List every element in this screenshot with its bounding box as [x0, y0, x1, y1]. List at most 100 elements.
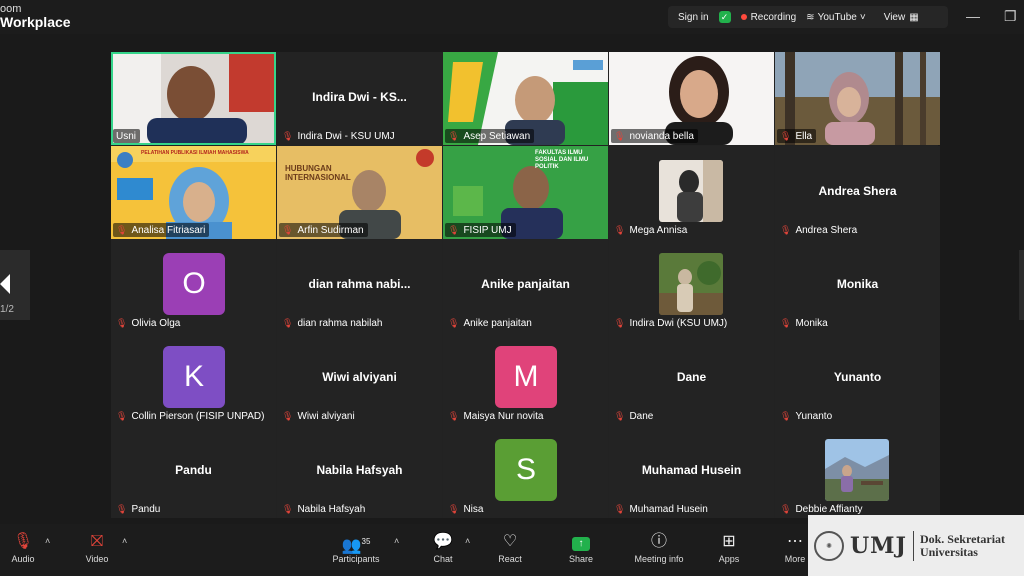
- tile-label: Wiwi alviyani: [297, 410, 355, 422]
- participant-display-name: Yunanto: [833, 370, 882, 384]
- chevron-up-icon[interactable]: ˄: [394, 536, 399, 546]
- chevron-up-icon[interactable]: ˄: [465, 536, 470, 546]
- participant-name: 🎙 Pandu: [113, 502, 164, 516]
- participant-tile[interactable]: Wiwi alviyani 🎙 Wiwi alviyani: [277, 332, 442, 425]
- mic-muted-icon: 🎙: [614, 410, 626, 421]
- mic-muted-icon: 🎙: [282, 410, 294, 421]
- view-label: View: [883, 11, 906, 23]
- record-dot-icon: [740, 14, 747, 20]
- recording-indicator[interactable]: Recording: [740, 12, 796, 23]
- mic-muted-icon: 🎙: [448, 317, 460, 328]
- tile-label: Nisa: [463, 503, 484, 515]
- view-button[interactable]: View ▦: [884, 12, 919, 23]
- participant-tile[interactable]: 🎙 Mega Annisa: [609, 146, 774, 239]
- share-label: Share: [568, 554, 594, 564]
- participant-tile[interactable]: 🎙 novianda bella: [609, 52, 774, 145]
- participant-tile[interactable]: 🎙 Indira Dwi (KSU UMJ): [609, 239, 774, 332]
- tile-label: Usni: [116, 130, 137, 142]
- restore-icon[interactable]: ❐: [1004, 8, 1017, 25]
- participant-tile[interactable]: Usni: [111, 52, 276, 145]
- video-button[interactable]: ⛝ Video: [80, 530, 114, 565]
- participant-tile[interactable]: 🎙 Debbie Affianty: [775, 425, 940, 518]
- share-button[interactable]: ↑ Share: [565, 530, 597, 565]
- mic-muted-icon: 🎙: [282, 130, 294, 141]
- participant-tile[interactable]: Muhamad Husein 🎙 Muhamad Husein: [609, 425, 774, 518]
- participant-tile[interactable]: Pandu 🎙 Pandu: [111, 425, 276, 518]
- participant-name: 🎙 Wiwi alviyani: [279, 409, 359, 423]
- avatar: M: [495, 346, 557, 408]
- apps-button[interactable]: ⊞ Apps: [713, 530, 745, 565]
- share-screen-icon: ↑: [565, 530, 597, 554]
- react-button[interactable]: ♡ React: [495, 530, 525, 565]
- mic-muted-icon: 🎙: [116, 503, 128, 514]
- audio-label: Audio: [11, 554, 35, 564]
- minimize-icon[interactable]: —: [966, 8, 980, 24]
- participant-tile[interactable]: HUBUNGAN INTERNASIONAL 🎙 Arfin Sudirman: [277, 146, 442, 239]
- participant-tile[interactable]: PELATIHAN PUBLIKASI ILMIAH MAHASISWA 🎙 An…: [111, 146, 276, 239]
- chat-button[interactable]: 💬 Chat: [428, 530, 458, 565]
- mic-muted-icon: 🎙: [448, 410, 460, 421]
- mic-muted-icon: 🎙: [448, 503, 460, 514]
- more-label: More: [784, 554, 806, 564]
- tile-label: Yunanto: [795, 410, 833, 422]
- participant-tile[interactable]: dian rahma nabi... 🎙 dian rahma nabilah: [277, 239, 442, 332]
- participant-tile[interactable]: Nabila Hafsyah 🎙 Nabila Hafsyah: [277, 425, 442, 518]
- participant-tile[interactable]: Anike panjaitan 🎙 Anike panjaitan: [443, 239, 608, 332]
- sign-in-button[interactable]: Sign in: [678, 12, 709, 23]
- participant-display-name: Andrea Shera: [818, 184, 897, 198]
- participant-tile[interactable]: K 🎙 Collin Pierson (FISIP UNPAD): [111, 332, 276, 425]
- participants-button[interactable]: 👥35 Participants: [328, 530, 384, 565]
- participant-name: 🎙 Dane: [611, 409, 657, 423]
- participant-tile[interactable]: 🎙 Asep Setiawan: [443, 52, 608, 145]
- participant-tile[interactable]: FAKULTAS ILMU SOSIAL DAN ILMU POLITIK 🎙 F…: [443, 146, 608, 239]
- previous-page-button[interactable]: 1/2: [0, 250, 30, 320]
- more-button[interactable]: ⋯ More: [780, 530, 810, 565]
- tile-label: Arfin Sudirman: [297, 224, 364, 236]
- participant-display-name: dian rahma nabi...: [308, 277, 411, 291]
- banner-text: HUBUNGAN INTERNASIONAL: [285, 164, 351, 182]
- participant-tile[interactable]: Andrea Shera 🎙 Andrea Shera: [775, 146, 940, 239]
- participant-name: 🎙 Arfin Sudirman: [279, 223, 368, 237]
- chevron-up-icon[interactable]: ˄: [122, 536, 127, 546]
- shield-icon[interactable]: ✓: [718, 11, 731, 23]
- mic-muted-icon: 🎙: [116, 317, 128, 328]
- page-indicator: 1/2: [0, 304, 14, 315]
- participant-name: 🎙 Indira Dwi - KSU UMJ: [279, 129, 399, 143]
- participant-tile[interactable]: S 🎙 Nisa: [443, 425, 608, 518]
- next-page-button[interactable]: [1019, 250, 1024, 320]
- tile-label: Maisya Nur novita: [463, 410, 544, 422]
- participant-tile[interactable]: M 🎙 Maisya Nur novita: [443, 332, 608, 425]
- youtube-button[interactable]: ≋ YouTube ˅: [806, 12, 866, 23]
- avatar: [659, 253, 723, 315]
- participant-tile[interactable]: Monika 🎙 Monika: [775, 239, 940, 332]
- chevron-up-icon[interactable]: ˄: [45, 536, 50, 546]
- apps-label: Apps: [718, 554, 740, 564]
- watermark-line2: Universitas: [919, 544, 978, 559]
- mic-muted-icon: 🎙: [780, 317, 792, 328]
- participant-name: 🎙 Andrea Shera: [777, 223, 861, 237]
- tile-label: Pandu: [131, 503, 161, 515]
- participant-tile[interactable]: O 🎙 Olivia Olga: [111, 239, 276, 332]
- participant-tile[interactable]: Indira Dwi - KS... 🎙 Indira Dwi - KSU UMJ: [277, 52, 442, 145]
- audio-button[interactable]: 🎙 Audio: [6, 530, 40, 565]
- watermark-logo: UMJ: [850, 532, 907, 559]
- watermark-text: Dok. Sekretariat Universitas: [919, 532, 1005, 559]
- tile-label: Debbie Affianty: [795, 503, 863, 515]
- meeting-info-button[interactable]: ⓘ Meeting info: [630, 530, 688, 565]
- broadcast-icon: ≋: [806, 11, 815, 23]
- participant-display-name: Wiwi alviyani: [322, 370, 397, 384]
- tile-label: Indira Dwi - KSU UMJ: [297, 130, 395, 142]
- participant-tile[interactable]: Yunanto 🎙 Yunanto: [775, 332, 940, 425]
- participant-tile[interactable]: Dane 🎙 Dane: [609, 332, 774, 425]
- mic-muted-icon: 🎙: [614, 130, 626, 141]
- mic-muted-icon: 🎙: [780, 130, 792, 141]
- watermark-divider: [912, 530, 914, 561]
- participant-tile[interactable]: 🎙 Ella: [775, 52, 940, 145]
- tile-label: Monika: [795, 317, 828, 329]
- chat-label: Chat: [433, 554, 453, 564]
- participant-name: 🎙 Asep Setiawan: [445, 129, 535, 143]
- participant-display-name: Indira Dwi - KS...: [312, 90, 407, 104]
- participant-name: 🎙 Muhamad Husein: [611, 502, 712, 516]
- participant-name: 🎙 Yunanto: [777, 409, 836, 423]
- arrow-left-icon: [0, 274, 10, 294]
